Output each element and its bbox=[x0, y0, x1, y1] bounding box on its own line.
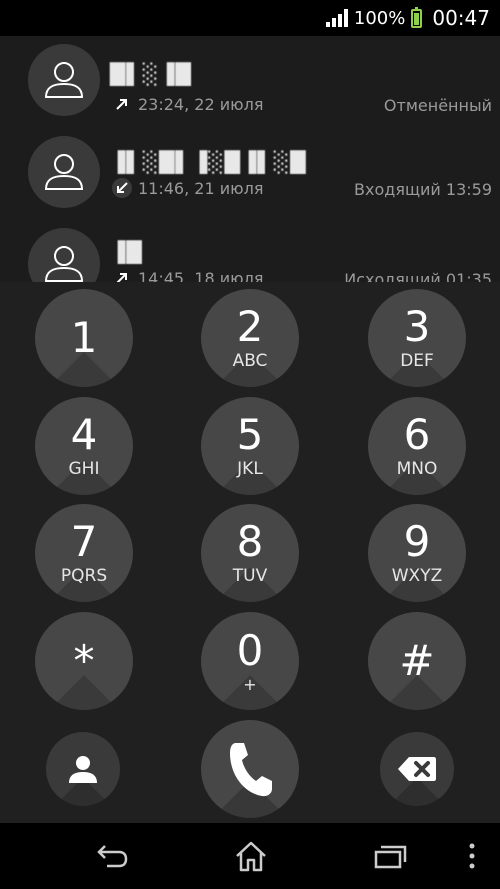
backspace-icon bbox=[398, 757, 436, 781]
key-letters: ABC bbox=[232, 351, 268, 371]
call-meta: 23:24, 22 июля bbox=[112, 94, 263, 114]
key-digit: 5 bbox=[236, 410, 264, 459]
navigation-bar bbox=[0, 823, 500, 889]
key-star[interactable]: * bbox=[35, 612, 133, 710]
key-digit: 6 bbox=[403, 410, 431, 459]
contact-avatar[interactable] bbox=[28, 44, 100, 116]
key-4[interactable]: 4 GHI bbox=[35, 397, 133, 495]
key-letters: + bbox=[243, 674, 257, 694]
more-vertical-icon bbox=[469, 843, 475, 869]
key-digit: 7 bbox=[70, 517, 98, 566]
recent-apps-button[interactable] bbox=[368, 823, 412, 889]
status-bar: 100% 00:47 bbox=[0, 0, 500, 36]
key-hash[interactable]: # bbox=[368, 612, 466, 710]
key-3[interactable]: 3 DEF bbox=[368, 289, 466, 387]
signal-strength-icon bbox=[325, 9, 348, 27]
call-button[interactable] bbox=[201, 720, 299, 818]
key-digit: 9 bbox=[403, 517, 431, 566]
person-icon bbox=[44, 154, 84, 190]
call-contact-name: ▐█ bbox=[110, 240, 143, 264]
key-9[interactable]: 9 WXYZ bbox=[368, 504, 466, 602]
call-meta: 14:45, 18 июля bbox=[112, 268, 263, 282]
key-letters: TUV bbox=[232, 566, 268, 586]
key-letters: GHI bbox=[68, 459, 100, 479]
call-time: 23:24, 22 июля bbox=[138, 94, 264, 114]
key-digit: # bbox=[399, 636, 435, 685]
call-meta: 11:46, 21 июля bbox=[112, 178, 263, 198]
battery-icon bbox=[411, 6, 423, 28]
arrow-up-right-icon bbox=[112, 94, 132, 114]
dialpad: 1 2 ABC 3 DEF 4 GHI 5 JKL 6 MNO 7 PQRS 8… bbox=[0, 282, 500, 823]
call-status: Исходящий 01:35 bbox=[344, 270, 492, 282]
person-icon bbox=[44, 246, 84, 282]
home-button[interactable] bbox=[229, 823, 273, 889]
key-letters: DEF bbox=[400, 351, 434, 371]
person-icon bbox=[44, 62, 84, 98]
key-digit: 1 bbox=[70, 313, 98, 362]
contact-avatar[interactable] bbox=[28, 228, 100, 282]
key-letters: MNO bbox=[396, 459, 438, 479]
arrow-up-right-icon bbox=[112, 268, 132, 282]
person-icon bbox=[69, 756, 97, 783]
phone-icon bbox=[230, 743, 272, 797]
key-digit: 3 bbox=[403, 302, 431, 351]
call-contact-name: █▌░▐█ bbox=[110, 62, 192, 86]
call-contact-name: ▐▌░█▌▐░█▐▌░█ bbox=[110, 150, 307, 174]
key-7[interactable]: 7 PQRS bbox=[35, 504, 133, 602]
back-button[interactable] bbox=[90, 823, 134, 889]
contacts-button[interactable] bbox=[46, 732, 120, 806]
status-time: 00:47 bbox=[432, 6, 490, 30]
call-status: Входящий 13:59 bbox=[354, 180, 492, 199]
key-digit: 2 bbox=[236, 302, 264, 351]
key-letters: PQRS bbox=[60, 566, 108, 586]
key-letters: WXYZ bbox=[391, 566, 443, 586]
arrow-down-left-icon bbox=[112, 178, 132, 198]
call-log-list[interactable]: █▌░▐█ 23:24, 22 июля Отменённый ▐▌░█▌▐░█… bbox=[0, 36, 500, 282]
key-8[interactable]: 8 TUV bbox=[201, 504, 299, 602]
key-digit: 4 bbox=[70, 410, 98, 459]
key-letters: JKL bbox=[237, 459, 263, 479]
key-digit: * bbox=[73, 636, 95, 685]
contact-avatar[interactable] bbox=[28, 136, 100, 208]
call-log-item[interactable]: ▐▌░█▌▐░█▐▌░█ 11:46, 21 июля Входящий 13:… bbox=[0, 136, 500, 226]
key-5[interactable]: 5 JKL bbox=[201, 397, 299, 495]
call-log-item[interactable]: ▐█ 14:45, 18 июля Исходящий 01:35 bbox=[0, 228, 500, 282]
back-icon bbox=[97, 845, 128, 868]
key-2[interactable]: 2 ABC bbox=[201, 289, 299, 387]
recent-apps-icon bbox=[374, 845, 407, 869]
key-digit: 0 bbox=[236, 625, 264, 675]
key-0[interactable]: 0 + bbox=[201, 612, 299, 710]
home-icon bbox=[236, 841, 266, 872]
key-digit: 8 bbox=[236, 517, 264, 566]
call-status: Отменённый bbox=[383, 96, 492, 115]
call-log-item[interactable]: █▌░▐█ 23:24, 22 июля Отменённый bbox=[0, 44, 500, 134]
backspace-button[interactable] bbox=[380, 732, 454, 806]
overflow-menu-button[interactable] bbox=[460, 823, 484, 889]
call-time: 11:46, 21 июля bbox=[138, 178, 264, 198]
battery-percent: 100% bbox=[353, 7, 406, 29]
key-6[interactable]: 6 MNO bbox=[368, 397, 466, 495]
call-time: 14:45, 18 июля bbox=[138, 268, 264, 283]
key-1[interactable]: 1 bbox=[35, 289, 133, 387]
